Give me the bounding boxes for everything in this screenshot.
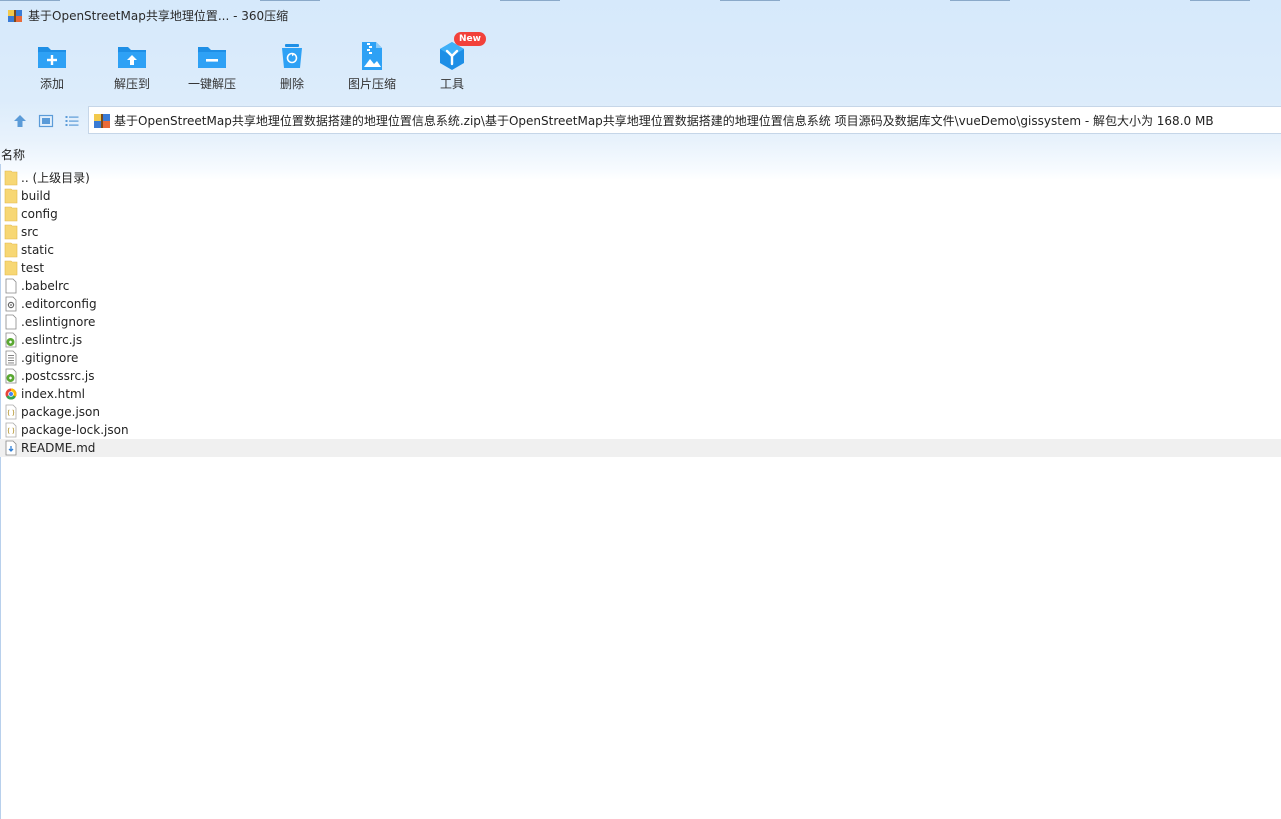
list-item[interactable]: static [0, 241, 1281, 259]
config-file-icon [5, 296, 17, 312]
delete-label: 删除 [279, 77, 304, 91]
one-click-extract-button[interactable]: 一键解压 [172, 36, 252, 98]
folder-icon [4, 224, 18, 240]
file-name: .eslintrc.js [21, 333, 83, 347]
list-item[interactable]: .babelrc [0, 277, 1281, 295]
main-toolbar: 添加 解压到 一键解压 删除 图片压缩 New 工具 [12, 32, 492, 100]
file-name: .postcssrc.js [21, 369, 95, 383]
delete-bin-icon [282, 44, 302, 68]
folder-icon [4, 242, 18, 258]
list-item[interactable]: .eslintrc.js [0, 331, 1281, 349]
list-item[interactable]: .postcssrc.js [0, 367, 1281, 385]
folder-icon [4, 260, 18, 276]
list-item[interactable]: .eslintignore [0, 313, 1281, 331]
folder-icon [4, 170, 18, 186]
folder-icon [4, 206, 18, 222]
tools-button[interactable]: New 工具 [412, 32, 492, 98]
add-button-label: 添加 [39, 77, 64, 91]
blank-file-icon [5, 314, 17, 330]
app-archive-icon [8, 10, 22, 22]
list-item[interactable]: package-lock.json [0, 421, 1281, 439]
list-item[interactable]: src [0, 223, 1281, 241]
list-item[interactable]: .. (上级目录) [0, 169, 1281, 187]
new-badge: New [454, 32, 486, 46]
one-click-extract-icon [198, 47, 226, 68]
list-view-icon[interactable] [64, 113, 80, 129]
extract-to-icon [118, 47, 146, 68]
file-name: package.json [21, 405, 101, 419]
list-item[interactable]: .editorconfig [0, 295, 1281, 313]
column-header-name[interactable]: 名称 [0, 146, 200, 164]
delete-button[interactable]: 删除 [252, 36, 332, 98]
file-name: package-lock.json [21, 423, 129, 437]
file-name: .editorconfig [21, 297, 97, 311]
markdown-file-icon [5, 440, 17, 456]
file-name: src [21, 225, 39, 239]
javascript-file-icon [5, 368, 17, 384]
one-click-extract-label: 一键解压 [187, 77, 236, 91]
blank-file-icon [5, 278, 17, 294]
file-name: .. (上级目录) [21, 171, 90, 185]
file-name: build [21, 189, 51, 203]
add-button[interactable]: 添加 [12, 36, 92, 98]
file-name: .babelrc [21, 279, 70, 293]
title-bar[interactable]: 基于OpenStreetMap共享地理位置... - 360压缩 [0, 0, 1281, 32]
json-file-icon [5, 404, 17, 420]
image-compress-label: 图片压缩 [347, 77, 396, 91]
list-item[interactable]: index.html [0, 385, 1281, 403]
image-compress-button[interactable]: 图片压缩 [332, 36, 412, 98]
list-item[interactable]: package.json [0, 403, 1281, 421]
tools-label: 工具 [439, 77, 464, 91]
column-name-label: 名称 [1, 148, 26, 162]
archive-file-icon [94, 114, 110, 128]
add-folder-icon [38, 47, 66, 68]
window-title: 基于OpenStreetMap共享地理位置... - 360压缩 [28, 9, 289, 23]
text-file-icon [5, 350, 17, 366]
list-item[interactable]: config [0, 205, 1281, 223]
file-list: .. (上级目录) build config src static test .… [0, 169, 1281, 457]
browser-html-icon [5, 388, 17, 400]
navigation-row: 基于OpenStreetMap共享地理位置数据搭建的地理位置信息系统.zip\基… [0, 106, 1281, 136]
up-arrow-icon[interactable] [12, 113, 28, 129]
javascript-file-icon [5, 332, 17, 348]
extract-to-button[interactable]: 解压到 [92, 36, 172, 98]
file-name: README.md [21, 441, 96, 455]
file-name: test [21, 261, 45, 275]
thumbnail-view-icon[interactable] [38, 113, 54, 129]
json-file-icon [5, 422, 17, 438]
file-name: static [21, 243, 54, 257]
list-item[interactable]: build [0, 187, 1281, 205]
file-name: index.html [21, 387, 85, 401]
list-item[interactable]: .gitignore [0, 349, 1281, 367]
extract-to-label: 解压到 [113, 77, 150, 91]
list-item[interactable]: test [0, 259, 1281, 277]
image-compress-icon [362, 42, 382, 70]
folder-icon [4, 188, 18, 204]
file-name: .eslintignore [21, 315, 96, 329]
file-name: config [21, 207, 58, 221]
address-path: 基于OpenStreetMap共享地理位置数据搭建的地理位置信息系统.zip\基… [114, 114, 1214, 128]
list-item[interactable]: README.md [0, 439, 1281, 457]
address-bar[interactable]: 基于OpenStreetMap共享地理位置数据搭建的地理位置信息系统.zip\基… [88, 106, 1281, 134]
file-name: .gitignore [21, 351, 79, 365]
